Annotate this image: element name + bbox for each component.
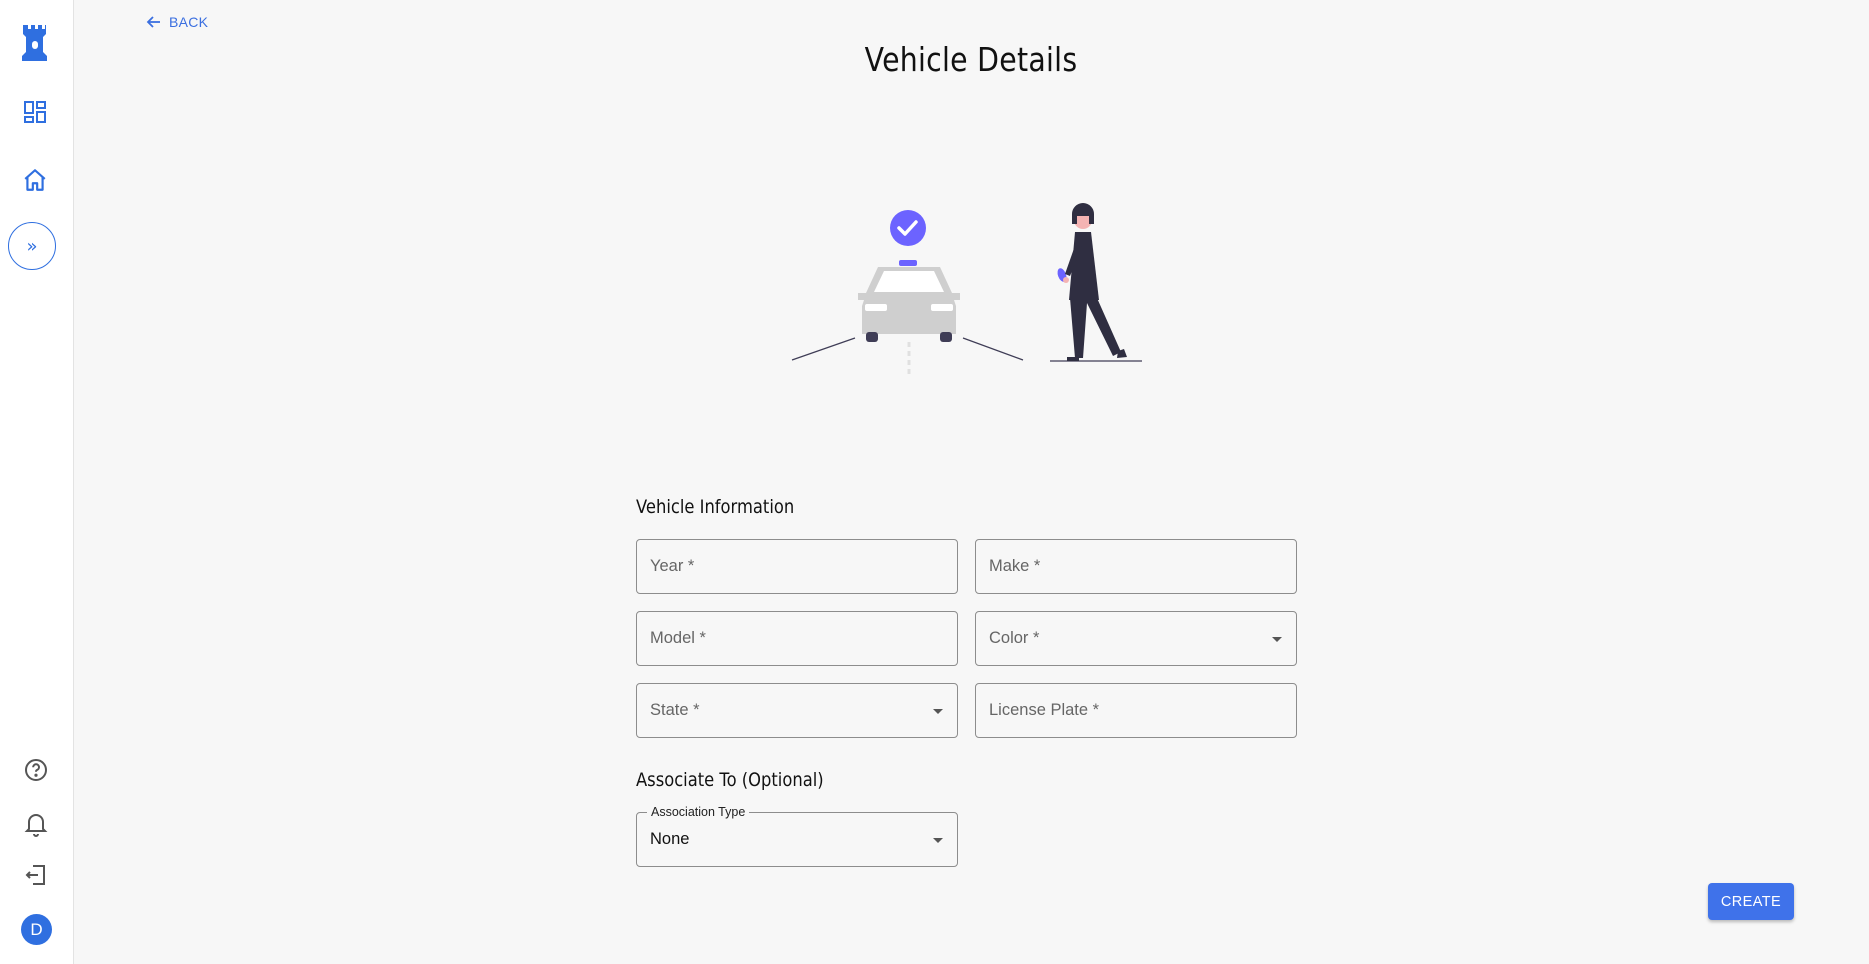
association-type-value: None	[650, 830, 690, 848]
logout-icon[interactable]	[23, 862, 49, 888]
dashboard-icon[interactable]	[22, 99, 48, 125]
model-label: Model *	[650, 629, 706, 647]
page-title: Vehicle Details	[864, 40, 1078, 79]
license-plate-field[interactable]: License Plate *	[975, 683, 1297, 738]
associate-heading: Associate To (Optional)	[636, 769, 824, 791]
chevron-down-icon	[933, 709, 943, 714]
expand-icon[interactable]: »	[8, 222, 56, 270]
state-select[interactable]: State *	[636, 683, 958, 738]
castle-logo-icon[interactable]	[21, 22, 49, 62]
license-plate-label: License Plate *	[989, 701, 1100, 719]
association-type-select[interactable]: Association Type None	[636, 805, 958, 867]
avatar-initial: D	[30, 919, 43, 939]
make-label: Make *	[989, 557, 1041, 575]
state-label: State *	[650, 701, 700, 719]
avatar[interactable]: D	[21, 914, 52, 945]
make-field[interactable]: Make *	[975, 539, 1297, 594]
arrow-left-icon	[146, 16, 160, 28]
vehicle-illustration	[785, 200, 1165, 385]
color-label: Color *	[989, 629, 1040, 647]
bell-icon[interactable]	[23, 810, 49, 838]
back-label: BACK	[169, 14, 209, 30]
create-button[interactable]: CREATE	[1708, 883, 1794, 920]
chevron-down-icon	[933, 838, 943, 843]
back-button[interactable]: BACK	[146, 14, 208, 30]
color-select[interactable]: Color *	[975, 611, 1297, 666]
home-icon[interactable]	[21, 166, 49, 194]
vehicle-info-heading: Vehicle Information	[636, 496, 795, 518]
year-field[interactable]: Year *	[636, 539, 958, 594]
chevron-down-icon	[1272, 637, 1282, 642]
model-field[interactable]: Model *	[636, 611, 958, 666]
year-label: Year *	[650, 557, 695, 575]
association-type-label: Association Type	[647, 805, 750, 819]
sidebar: » D	[0, 0, 74, 964]
help-icon[interactable]	[23, 757, 49, 783]
